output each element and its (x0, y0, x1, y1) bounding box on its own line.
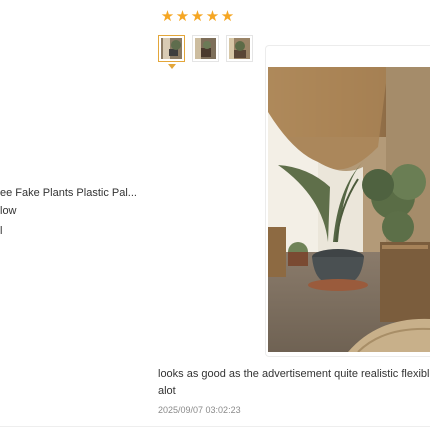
review-text-line-1: looks as good as the advertisement quite… (158, 368, 430, 380)
review-text: looks as good as the advertisement quite… (158, 366, 430, 400)
thumbnail-image (229, 38, 250, 59)
product-title[interactable]: ee Fake Plants Plastic Pal... (0, 187, 137, 199)
star-icon: ★ (160, 8, 175, 25)
star-icon: ★ (220, 8, 235, 25)
review-thumbnail[interactable] (158, 35, 185, 69)
rating-stars: ★ ★ ★ ★ ★ (160, 9, 235, 24)
review-thumbnail[interactable] (192, 35, 219, 62)
product-extra: l (0, 225, 3, 237)
review-date: 2025/09/07 03:02:23 (158, 405, 241, 415)
star-icon: ★ (205, 8, 220, 25)
review-thumbnail[interactable] (226, 35, 253, 62)
thumbnail-image (195, 38, 216, 59)
divider (0, 426, 430, 427)
review-photo[interactable] (268, 67, 430, 352)
review-text-line-2: alot (158, 385, 176, 397)
thumbnail-image (161, 38, 182, 59)
product-variant: low (0, 205, 17, 217)
plant-photo-image (268, 67, 430, 352)
review-thumbnails (158, 35, 253, 69)
star-icon: ★ (175, 8, 190, 25)
chevron-down-icon (168, 64, 176, 69)
star-icon: ★ (190, 8, 205, 25)
